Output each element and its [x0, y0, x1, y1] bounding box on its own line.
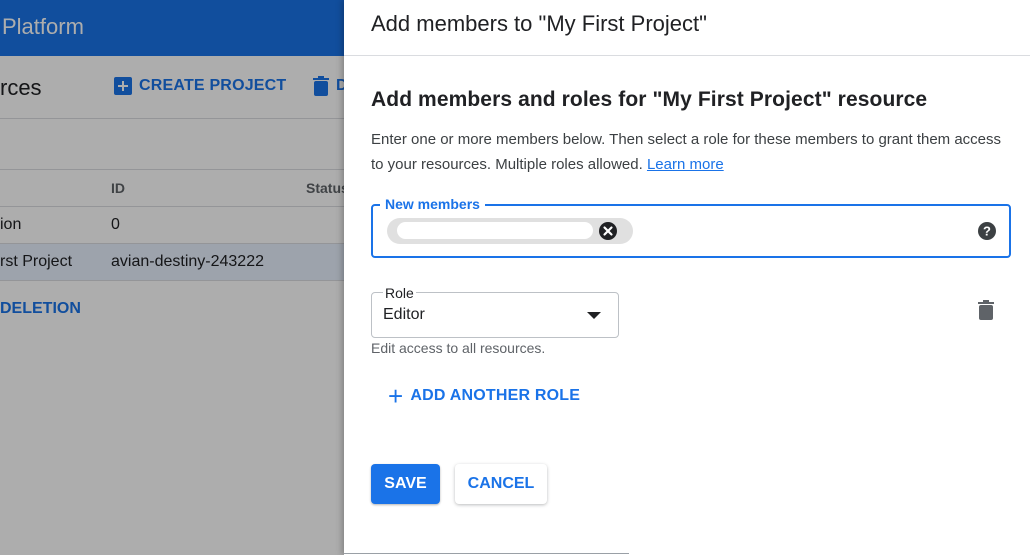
add-another-role-label: ADD ANOTHER ROLE — [410, 387, 581, 404]
cancel-button[interactable]: CANCEL — [455, 464, 547, 504]
close-circle-icon[interactable] — [599, 222, 617, 240]
divider — [344, 553, 629, 554]
help-circle-icon[interactable]: ? — [977, 221, 997, 241]
role-value: Editor — [383, 306, 425, 323]
section-heading: Add members and roles for "My First Proj… — [371, 88, 928, 111]
role-select[interactable]: Role Editor — [371, 285, 619, 338]
plus-icon: + — [388, 381, 404, 411]
new-members-label: New members — [380, 196, 485, 212]
save-button[interactable]: SAVE — [371, 464, 440, 504]
panel-title: Add members to "My First Project" — [371, 11, 707, 36]
add-another-role-button[interactable]: + ADD ANOTHER ROLE — [388, 381, 581, 411]
member-chip-redacted-text — [397, 222, 593, 239]
modal-scrim[interactable] — [0, 0, 344, 555]
trash-icon[interactable] — [976, 300, 996, 320]
member-chip[interactable] — [387, 218, 633, 244]
new-members-field[interactable]: New members ? — [371, 196, 1011, 258]
learn-more-link[interactable]: Learn more — [647, 156, 724, 173]
add-members-panel: Add members to "My First Project" Add me… — [344, 0, 1030, 555]
dropdown-arrow-icon — [587, 312, 601, 319]
svg-text:?: ? — [983, 224, 991, 239]
panel-header: Add members to "My First Project" — [344, 0, 1030, 56]
panel-description: Enter one or more members below. Then se… — [371, 127, 1001, 177]
role-label: Role — [383, 285, 416, 301]
role-helper-text: Edit access to all resources. — [371, 340, 546, 356]
